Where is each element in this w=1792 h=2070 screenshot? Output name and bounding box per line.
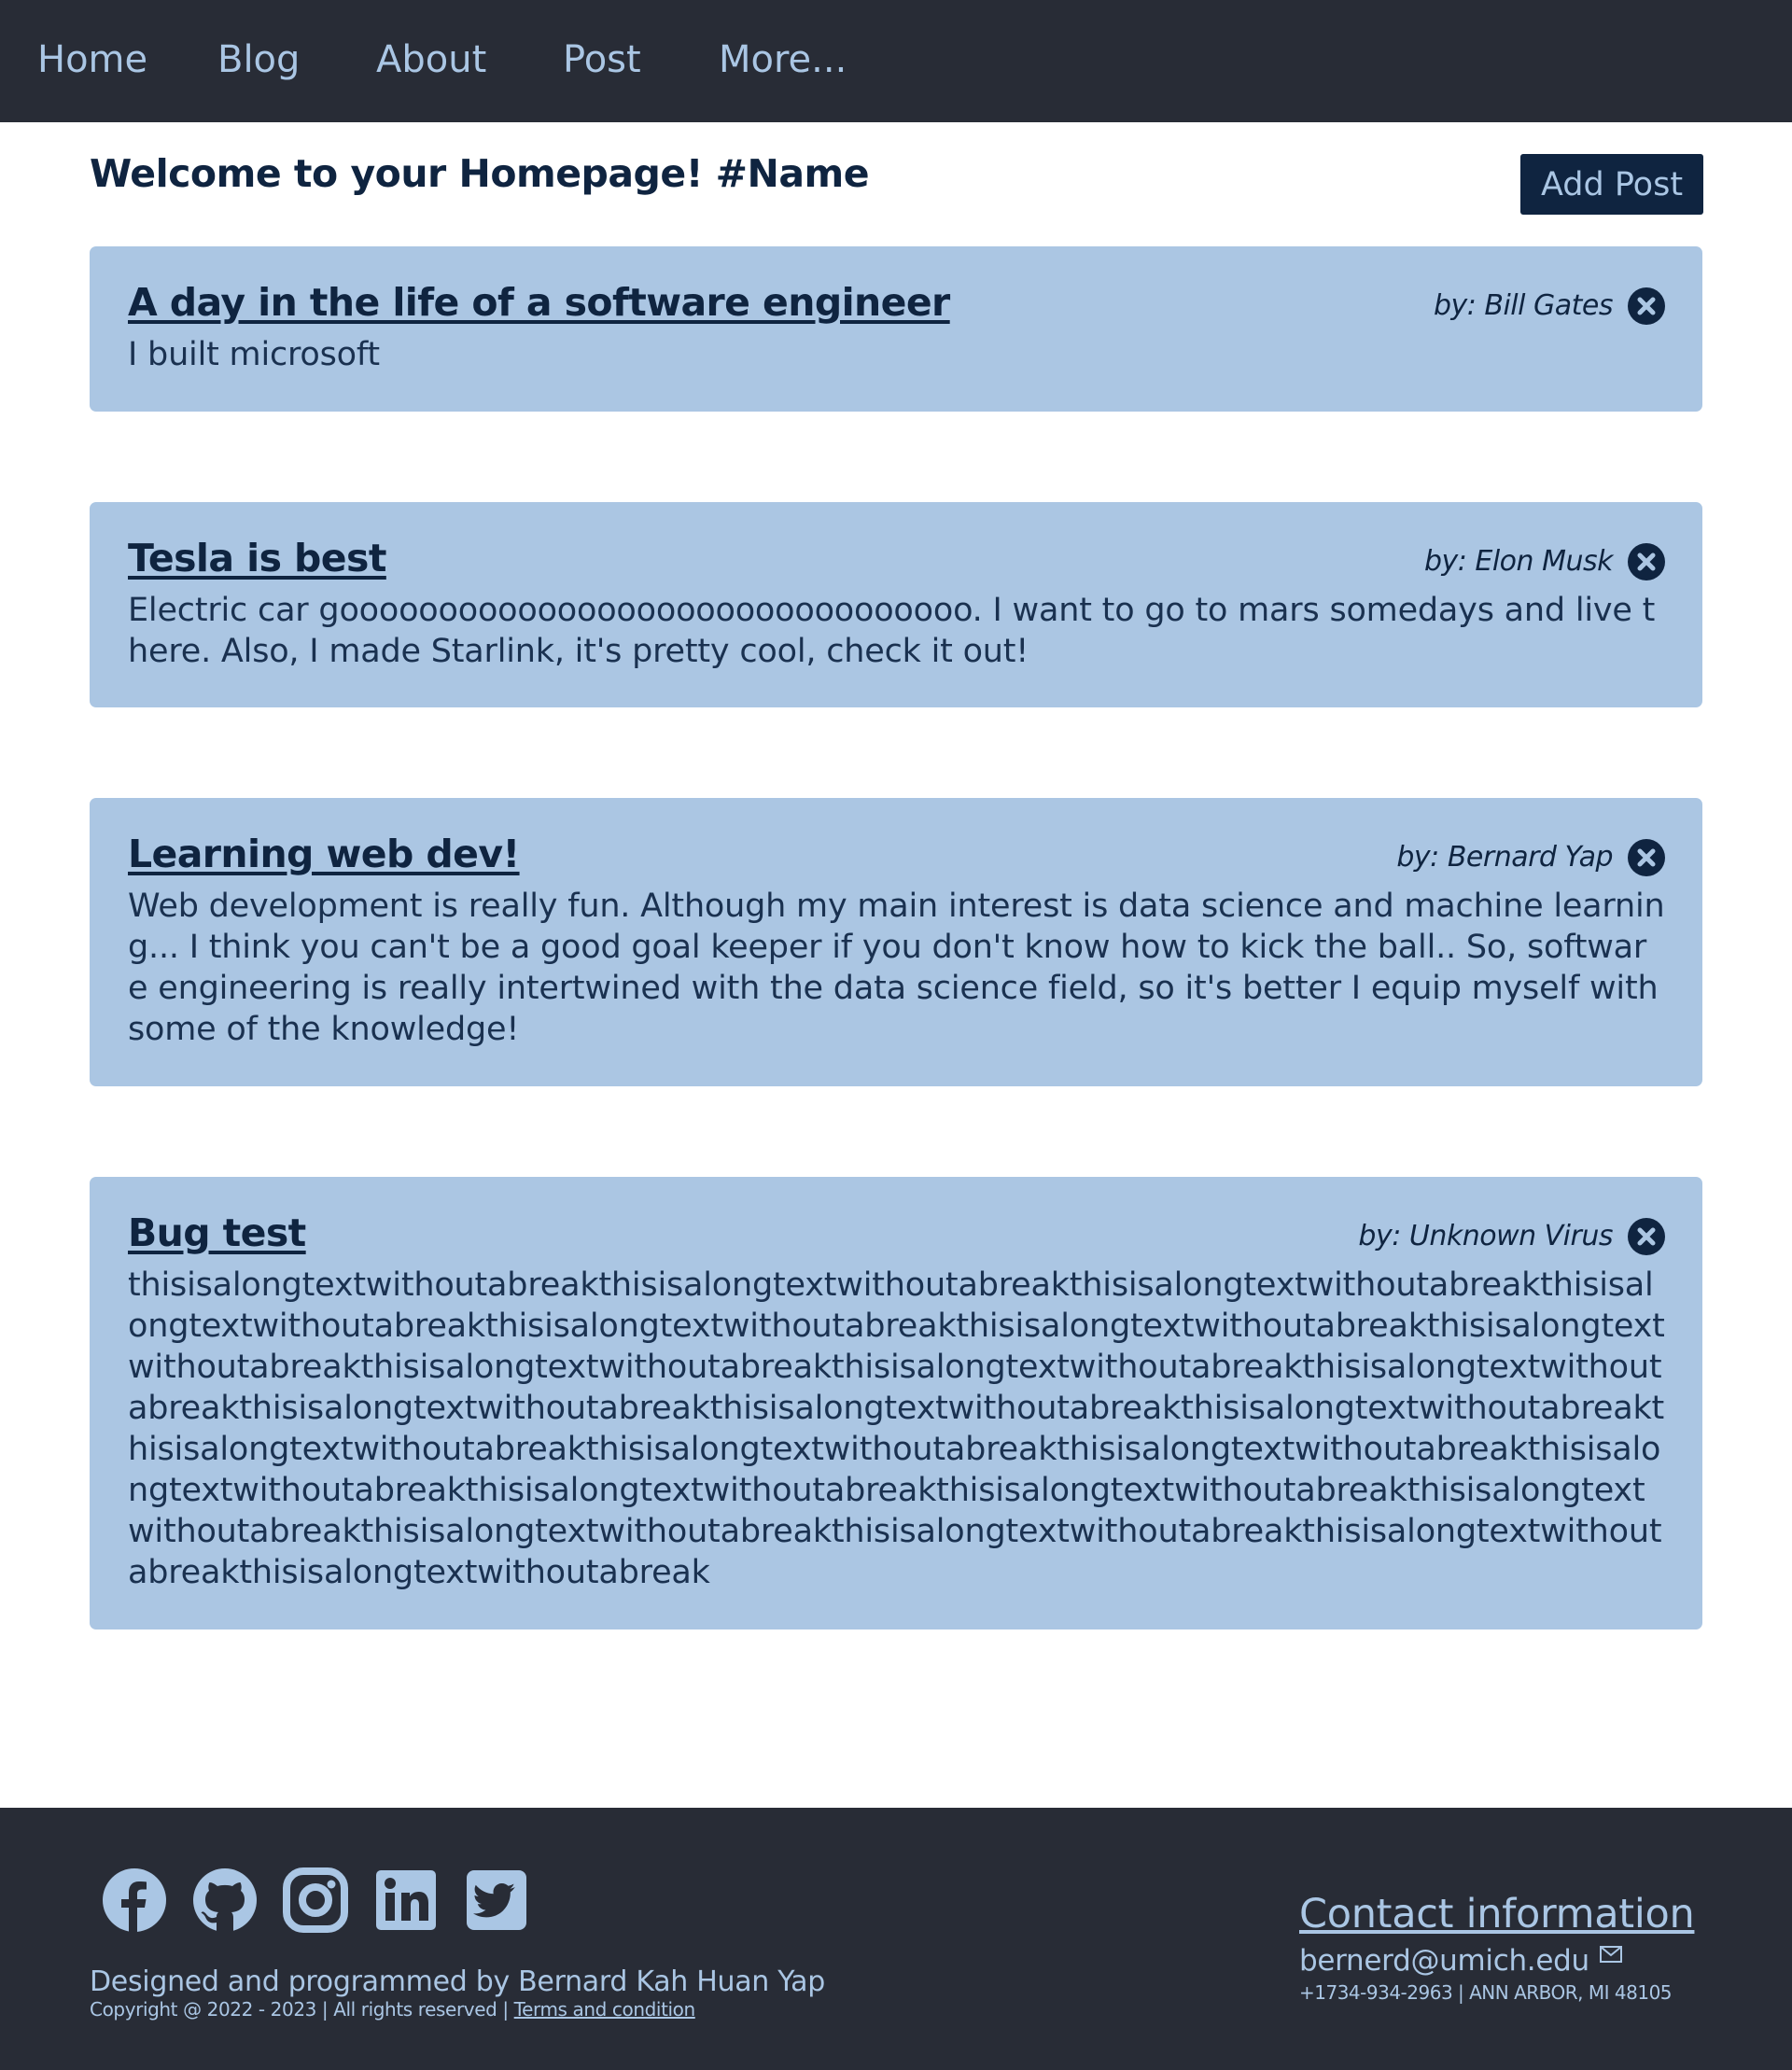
nav-home-link[interactable]: Home bbox=[37, 35, 147, 84]
post-card: Learning web dev! by: Bernard Yap Web de… bbox=[90, 798, 1702, 1086]
delete-post-icon[interactable] bbox=[1628, 839, 1665, 876]
copyright-text: Copyright @ 2022 - 2023 | All rights res… bbox=[90, 1998, 695, 2021]
twitter-icon[interactable] bbox=[463, 1867, 530, 1934]
top-navbar: Home Blog About Post More... bbox=[0, 0, 1792, 122]
facebook-icon[interactable] bbox=[101, 1867, 168, 1934]
designer-credit: Designed and programmed by Bernard Kah H… bbox=[90, 1965, 825, 1998]
post-author: by: Elon Musk bbox=[1423, 545, 1614, 578]
post-title-link[interactable]: Tesla is best bbox=[128, 536, 386, 580]
post-author: by: Bernard Yap bbox=[1396, 841, 1613, 874]
post-author: by: Bill Gates bbox=[1433, 289, 1614, 322]
linkedin-icon[interactable] bbox=[372, 1867, 440, 1934]
nav-post-link[interactable]: Post bbox=[563, 35, 641, 84]
phone-address: +1734-934-2963 | ANN ARBOR, MI 48105 bbox=[1299, 1981, 1673, 2004]
post-body: thisisalongtextwithoutabreakthisisalongt… bbox=[128, 1266, 1665, 1591]
post-body: Web development is really fun. Although … bbox=[128, 888, 1665, 1048]
email-address: bernerd@umich.edu bbox=[1299, 1944, 1589, 1978]
add-post-button[interactable]: Add Post bbox=[1520, 154, 1703, 215]
github-icon[interactable] bbox=[191, 1867, 259, 1934]
mail-icon[interactable] bbox=[1598, 1941, 1624, 1967]
instagram-icon[interactable] bbox=[282, 1867, 349, 1934]
copyright-label: Copyright @ 2022 - 2023 | All rights res… bbox=[90, 1998, 514, 2021]
post-card: Tesla is best by: Elon Musk Electric car… bbox=[90, 502, 1702, 707]
delete-post-icon[interactable] bbox=[1628, 543, 1665, 580]
post-card: Bug test by: Unknown Virus thisisalongte… bbox=[90, 1177, 1702, 1629]
footer: Designed and programmed by Bernard Kah H… bbox=[0, 1808, 1792, 2070]
nav-blog-link[interactable]: Blog bbox=[217, 35, 300, 84]
delete-post-icon[interactable] bbox=[1628, 287, 1665, 325]
post-title-link[interactable]: A day in the life of a software engineer bbox=[128, 280, 950, 325]
contact-information-link[interactable]: Contact information bbox=[1299, 1891, 1695, 1937]
post-author: by: Unknown Virus bbox=[1358, 1220, 1613, 1252]
post-card: A day in the life of a software engineer… bbox=[90, 246, 1702, 412]
terms-link[interactable]: Terms and condition bbox=[514, 1998, 696, 2021]
post-body: Electric car goooooooooooooooooooooooooo… bbox=[128, 592, 1656, 670]
post-body: I built microsoft bbox=[128, 336, 380, 373]
page-title: Welcome to your Homepage! #Name bbox=[90, 151, 870, 196]
post-title-link[interactable]: Bug test bbox=[128, 1210, 306, 1255]
post-title-link[interactable]: Learning web dev! bbox=[128, 832, 520, 876]
nav-more-link[interactable]: More... bbox=[719, 35, 847, 84]
nav-about-link[interactable]: About bbox=[376, 35, 486, 84]
delete-post-icon[interactable] bbox=[1628, 1218, 1665, 1255]
